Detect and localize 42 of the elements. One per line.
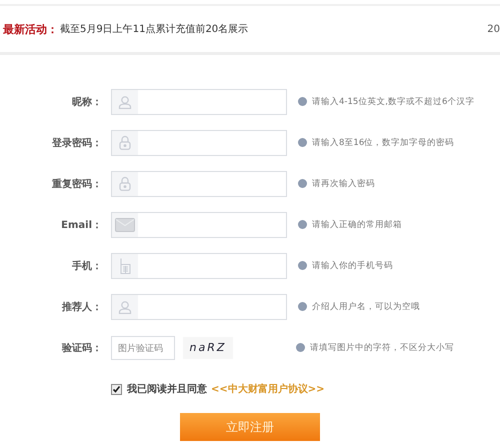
input-field[interactable] — [111, 130, 287, 156]
info-icon — [298, 138, 307, 147]
notice-date: 20 — [487, 24, 500, 34]
info-icon — [296, 343, 305, 352]
field-label: 登录密码： — [50, 136, 103, 150]
info-icon — [298, 302, 307, 311]
input-field[interactable] — [111, 252, 287, 278]
input-field[interactable] — [111, 212, 287, 238]
info-icon — [298, 97, 307, 106]
notice-text: 截至5月9日上午11点累计充值前20名展示 — [60, 22, 248, 36]
user-icon — [118, 94, 132, 108]
input-field[interactable] — [111, 294, 287, 320]
info-icon — [298, 179, 307, 188]
input-field[interactable] — [111, 88, 287, 114]
captcha-field[interactable]: 图片验证码 — [111, 336, 175, 360]
hint-text: 介绍人用户名，可以为空哦 — [312, 300, 420, 312]
captcha-image[interactable]: naRZ — [183, 336, 233, 358]
field-label: Email： — [60, 218, 103, 232]
lock-icon — [119, 135, 131, 150]
field-label: 重复密码： — [51, 178, 103, 190]
mail-icon — [115, 218, 135, 232]
input-field[interactable] — [111, 170, 287, 196]
info-icon — [298, 261, 307, 270]
hint-text: 请填写图片中的字符，不区分大小写 — [310, 342, 454, 354]
register-button[interactable]: 立即注册 — [180, 413, 320, 441]
notice-label: 最新活动： — [3, 22, 58, 36]
agreement-text: 我已阅读并且同意 — [127, 382, 207, 396]
user-icon — [118, 300, 132, 314]
lock-icon — [119, 176, 131, 191]
field-label: 昵称： — [71, 96, 103, 108]
field-label: 验证码： — [60, 342, 103, 354]
field-label: 推荐人： — [60, 300, 103, 314]
hint-text: 请输入8至16位，数字加字母的密码 — [312, 136, 454, 148]
agree-checkbox[interactable] — [111, 384, 122, 394]
agreement-link[interactable]: <<中大财富用户协议>> — [211, 382, 325, 396]
phone-icon — [119, 258, 131, 274]
hint-text: 请再次输入密码 — [312, 178, 375, 190]
hint-text: 请输入正确的常用邮箱 — [312, 218, 402, 230]
info-icon — [298, 220, 307, 229]
field-label: 手机： — [71, 260, 103, 272]
hint-text: 请输入4-15位英文,数字或不超过6个汉字 — [312, 96, 474, 108]
hint-text: 请输入你的手机号码 — [312, 260, 393, 272]
